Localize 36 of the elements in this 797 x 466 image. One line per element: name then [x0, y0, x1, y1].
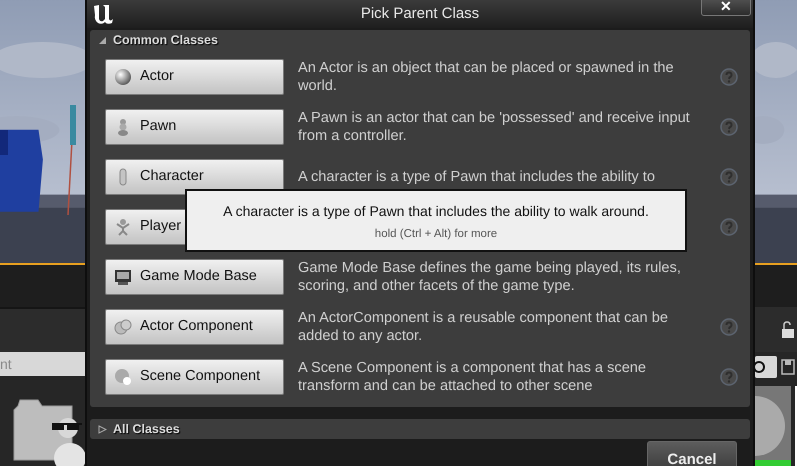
monitor-icon [114, 268, 132, 286]
lock-icon[interactable] [781, 320, 795, 338]
help-icon[interactable] [720, 218, 738, 236]
class-button[interactable]: Scene Component [105, 359, 284, 395]
triangle-icon [98, 36, 107, 44]
sphere-icon [114, 368, 132, 386]
section-header[interactable]: Common Classes [90, 30, 750, 50]
help-icon[interactable] [720, 68, 738, 86]
save-icon[interactable] [781, 359, 795, 375]
close-button[interactable]: ✕ [701, 0, 751, 16]
class-description: A Scene Component is a component that has a scene transform and can be attached to other scene [298, 359, 648, 395]
class-description: A character is a type of Pawn that includes the ability to [298, 168, 656, 186]
section-header[interactable]: All Classes [90, 419, 750, 439]
class-description: An Actor is an object that can be placed or spawned in the world. [298, 59, 675, 95]
tooltip-hint: hold (Ctrl + Alt) for more [374, 227, 498, 242]
search-field[interactable]: nt [0, 352, 85, 376]
help-icon[interactable] [720, 168, 738, 186]
figure-icon [114, 218, 132, 236]
triangle-icon [98, 424, 107, 434]
help-icon[interactable] [720, 318, 738, 336]
class-description: An ActorComponent is a reusable component that can be added to any actor. [298, 309, 669, 345]
class-button[interactable]: Pawn [105, 109, 284, 145]
record-button[interactable] [755, 356, 777, 378]
sphere-icon [114, 68, 132, 86]
tooltip-text: A character is a type of Pawn that includes the ability to walk around. [222, 202, 650, 221]
class-button[interactable]: Actor [105, 59, 284, 95]
class-button[interactable]: Actor Component [105, 309, 284, 345]
class-button[interactable]: Character [105, 159, 284, 195]
class-button[interactable]: Game Mode Base [105, 259, 284, 295]
help-icon[interactable] [720, 368, 738, 386]
window-title: Pick Parent Class [360, 4, 480, 24]
cancel-button[interactable]: Cancel [647, 441, 737, 466]
viewport-border [755, 263, 797, 265]
help-icon[interactable] [720, 118, 738, 136]
class-description: Game Mode Base defines the game being played, its rules, scoring, and other facets of the game type. [298, 259, 682, 295]
class-description: A Pawn is an actor that can be 'possessed' and receive input from a controller. [298, 109, 691, 145]
